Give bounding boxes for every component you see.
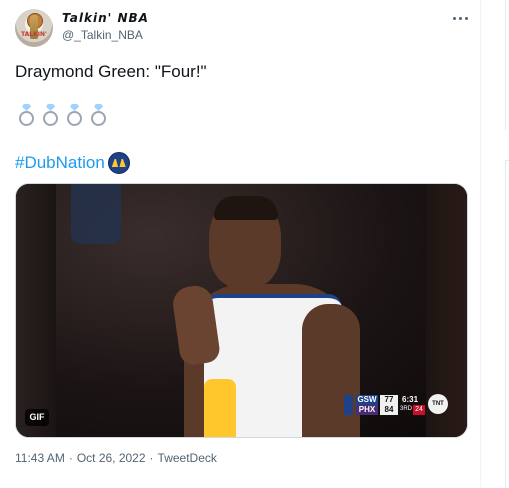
- tweet-text: Draymond Green: "Four!": [15, 62, 207, 81]
- right-panel: [505, 0, 509, 130]
- away-score: 84: [380, 405, 398, 415]
- separator: ·: [68, 451, 73, 465]
- gif-badge[interactable]: GIF: [25, 409, 49, 426]
- home-team: GSW: [356, 395, 378, 405]
- author-display-name[interactable]: Talkin' NBA: [62, 11, 149, 25]
- hashtag-link[interactable]: #DubNation: [15, 153, 105, 173]
- avatar-text: TALKIN': [21, 31, 47, 38]
- tweet-time[interactable]: 11:43 AM: [15, 451, 65, 465]
- hashtag-line: #DubNation: [15, 152, 130, 174]
- crowd-figure: [71, 184, 121, 244]
- ring-icon: [18, 104, 35, 126]
- player-hair: [214, 196, 278, 220]
- game-clock: 6:31: [402, 395, 419, 404]
- avatar[interactable]: TALKIN': [15, 9, 53, 47]
- tweet-date[interactable]: Oct 26, 2022: [77, 451, 146, 465]
- right-panel: [505, 160, 509, 488]
- away-team: PHX: [356, 405, 378, 415]
- tweet-card: TALKIN' Talkin' NBA @_Talkin_NBA Draymon…: [0, 0, 481, 487]
- tweet-source[interactable]: TweetDeck: [158, 451, 217, 465]
- emoji-row: [18, 104, 107, 126]
- tweet-timestamp: 11:43 AM · Oct 26, 2022 · TweetDeck: [15, 451, 217, 465]
- more-horizontal-icon[interactable]: [450, 10, 470, 26]
- ring-icon: [66, 104, 83, 126]
- separator: ·: [149, 451, 154, 465]
- crowd-left: [16, 184, 56, 437]
- ring-icon: [42, 104, 59, 126]
- warriors-logo-icon: [107, 152, 130, 174]
- home-score: 77: [380, 395, 398, 405]
- shot-clock: 24: [413, 405, 425, 415]
- ring-icon: [90, 104, 107, 126]
- player-arm: [302, 304, 360, 437]
- quarter: 3RD: [400, 406, 413, 412]
- nba-logo-icon: [344, 395, 353, 415]
- author-handle[interactable]: @_Talkin_NBA: [62, 28, 143, 42]
- tnt-logo-icon: TNT: [428, 394, 448, 414]
- jersey-logo: [204, 379, 236, 437]
- gif-media[interactable]: GIF GSW PHX 77 84 6:31 3RD 24 TNT: [15, 183, 468, 438]
